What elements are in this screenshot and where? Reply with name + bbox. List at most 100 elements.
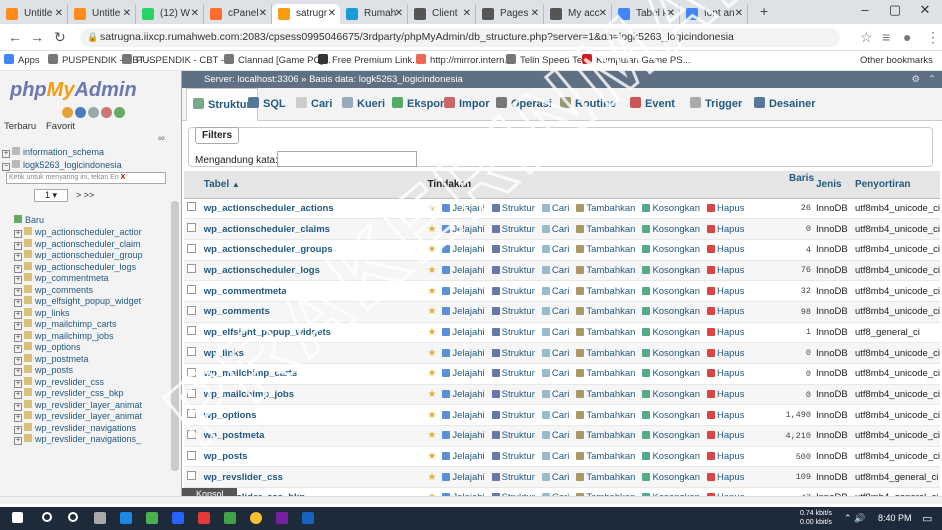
table-name-link[interactable]: wp_actionscheduler_logs bbox=[199, 260, 428, 282]
action-link[interactable]: Hapus bbox=[706, 430, 744, 441]
tab-close-icon[interactable]: ✕ bbox=[463, 4, 471, 24]
action-link[interactable]: Hapus bbox=[706, 389, 744, 400]
action-link[interactable]: Tambahkan bbox=[576, 286, 635, 297]
star-bookmark-icon[interactable]: ☆ bbox=[860, 29, 873, 46]
sidebar-table-item[interactable]: + wp_revslider_layer_animat bbox=[14, 399, 142, 411]
action-link[interactable]: Tambahkan bbox=[576, 244, 635, 255]
action-link[interactable]: Kosongkan bbox=[642, 327, 700, 338]
action-link[interactable]: Hapus bbox=[706, 327, 744, 338]
back-icon[interactable]: ← bbox=[8, 29, 22, 45]
action-link[interactable]: Struktur bbox=[491, 451, 535, 462]
sidebar-table-item[interactable]: + wp_posts bbox=[14, 364, 73, 376]
table-name-link[interactable]: wp_actionscheduler_claims bbox=[199, 218, 428, 240]
action-link[interactable]: Jelajahi bbox=[442, 430, 485, 441]
action-link[interactable]: Struktur bbox=[491, 286, 535, 297]
favorite-star-icon[interactable]: ★ bbox=[427, 348, 436, 359]
action-link[interactable]: Hapus bbox=[706, 368, 744, 379]
action-link[interactable]: Cari bbox=[541, 327, 569, 338]
sidebar-table-item[interactable]: + wp_mailchimp_carts bbox=[14, 318, 117, 330]
extension-icon[interactable]: ≡ bbox=[882, 29, 890, 45]
sidebar-table-item[interactable]: + wp_actionscheduler_logs bbox=[14, 261, 136, 273]
menu-tab[interactable]: Cari bbox=[296, 88, 332, 121]
tray-icons[interactable]: ⌃ 🔊 bbox=[844, 513, 865, 524]
tab-close-icon[interactable]: ✕ bbox=[395, 4, 403, 24]
rows-header[interactable]: Baris bbox=[779, 171, 814, 199]
bookmark-item[interactable]: Kumpulan Game PS... bbox=[582, 51, 691, 71]
action-link[interactable]: Kosongkan bbox=[642, 203, 700, 214]
docs-icon[interactable] bbox=[88, 107, 99, 118]
action-link[interactable]: Struktur bbox=[491, 410, 535, 421]
type-header[interactable]: Jenis bbox=[814, 171, 851, 199]
action-link[interactable]: Struktur bbox=[491, 472, 535, 483]
favorite-star-icon[interactable]: ★ bbox=[427, 306, 436, 317]
row-checkbox[interactable] bbox=[184, 425, 200, 447]
horizontal-scrollbar[interactable] bbox=[0, 496, 942, 504]
sidebar-table-item[interactable]: + wp_postmeta bbox=[14, 353, 89, 365]
table-name-link[interactable]: wp_postmeta bbox=[199, 425, 428, 447]
action-link[interactable]: Struktur bbox=[491, 348, 535, 359]
action-link[interactable]: Struktur bbox=[491, 306, 535, 317]
excel-icon[interactable] bbox=[224, 512, 236, 524]
table-name-link[interactable]: wp_elfsight_popup_widgets bbox=[199, 322, 428, 344]
app-icon[interactable] bbox=[146, 512, 158, 524]
favorite-star-icon[interactable]: ★ bbox=[427, 286, 436, 297]
favorite-star-icon[interactable]: ★ bbox=[427, 472, 436, 483]
bookmark-item[interactable]: Clannad [Game PC]... bbox=[224, 51, 331, 71]
action-link[interactable]: Kosongkan bbox=[642, 451, 700, 462]
sidebar-table-item[interactable]: + wp_actionscheduler_group bbox=[14, 249, 143, 261]
action-link[interactable]: Tambahkan bbox=[576, 224, 635, 235]
sidebar-table-item[interactable]: + wp_options bbox=[14, 341, 81, 353]
action-link[interactable]: Struktur bbox=[491, 224, 535, 235]
tab-close-icon[interactable]: ✕ bbox=[735, 4, 743, 24]
action-link[interactable]: Jelajahi bbox=[442, 451, 485, 462]
table-name-link[interactable]: wp_actionscheduler_groups bbox=[199, 239, 428, 261]
action-link[interactable]: Jelajahi bbox=[442, 265, 485, 276]
browser-tab[interactable]: Rumah ✕ bbox=[340, 4, 408, 24]
row-checkbox[interactable] bbox=[184, 301, 200, 323]
action-link[interactable]: Struktur bbox=[491, 203, 535, 214]
action-link[interactable]: Tambahkan bbox=[576, 327, 635, 338]
cortana-icon[interactable] bbox=[68, 512, 78, 522]
row-checkbox[interactable] bbox=[184, 404, 200, 427]
edge-icon[interactable] bbox=[120, 512, 132, 524]
search-icon[interactable] bbox=[42, 512, 52, 522]
action-link[interactable]: Cari bbox=[541, 368, 569, 379]
bookmark-item[interactable]: http://mirror.intern... bbox=[416, 51, 512, 71]
minimize-button[interactable]: – bbox=[850, 2, 880, 17]
table-header[interactable]: Tabel ▲ bbox=[199, 171, 428, 199]
row-checkbox[interactable] bbox=[184, 466, 200, 489]
action-link[interactable]: Hapus bbox=[706, 224, 744, 235]
logout-icon[interactable] bbox=[75, 107, 86, 118]
favorite-star-icon[interactable]: ★ bbox=[427, 327, 436, 338]
sidebar-table-item[interactable]: + wp_comments bbox=[14, 284, 93, 296]
action-link[interactable]: Cari bbox=[541, 286, 569, 297]
table-name-link[interactable]: wp_links bbox=[199, 342, 428, 364]
url-input[interactable]: 🔒 satrugna.iixcp.rumahweb.com:2083/cpses… bbox=[80, 28, 840, 47]
action-link[interactable]: Tambahkan bbox=[576, 451, 635, 462]
table-name-link[interactable]: wp_comments bbox=[199, 301, 428, 323]
table-name-link[interactable]: wp_revslider_css bbox=[199, 466, 428, 489]
browser-tab[interactable]: Pages ✕ bbox=[476, 4, 544, 24]
forward-icon[interactable]: → bbox=[30, 29, 44, 45]
windows-start-icon[interactable] bbox=[12, 512, 23, 523]
maximize-button[interactable]: ▢ bbox=[880, 2, 910, 18]
menu-tab[interactable]: Struktur bbox=[186, 88, 258, 121]
new-tab-button[interactable]: + bbox=[760, 3, 768, 19]
browser-tab[interactable]: Client ✕ bbox=[408, 4, 476, 24]
table-name-link[interactable]: wp_commentmeta bbox=[199, 280, 428, 302]
action-link[interactable]: Struktur bbox=[491, 327, 535, 338]
browser-tab[interactable]: (12) W ✕ bbox=[136, 4, 204, 24]
action-link[interactable]: Hapus bbox=[706, 348, 744, 359]
sidebar-table-item[interactable]: + wp_revslider_css_bkp bbox=[14, 387, 124, 399]
browser-tab[interactable]: cPanel ✕ bbox=[204, 4, 272, 24]
action-link[interactable]: Hapus bbox=[706, 286, 744, 297]
recent-link[interactable]: Terbaru bbox=[4, 121, 36, 132]
action-link[interactable]: Kosongkan bbox=[642, 306, 700, 317]
action-link[interactable]: Kosongkan bbox=[642, 224, 700, 235]
action-link[interactable]: Hapus bbox=[706, 306, 744, 317]
action-link[interactable]: Cari bbox=[541, 224, 569, 235]
action-link[interactable]: Struktur bbox=[491, 368, 535, 379]
tab-close-icon[interactable]: ✕ bbox=[259, 4, 267, 24]
action-link[interactable]: Cari bbox=[541, 451, 569, 462]
menu-tab[interactable]: Impor bbox=[444, 88, 490, 121]
